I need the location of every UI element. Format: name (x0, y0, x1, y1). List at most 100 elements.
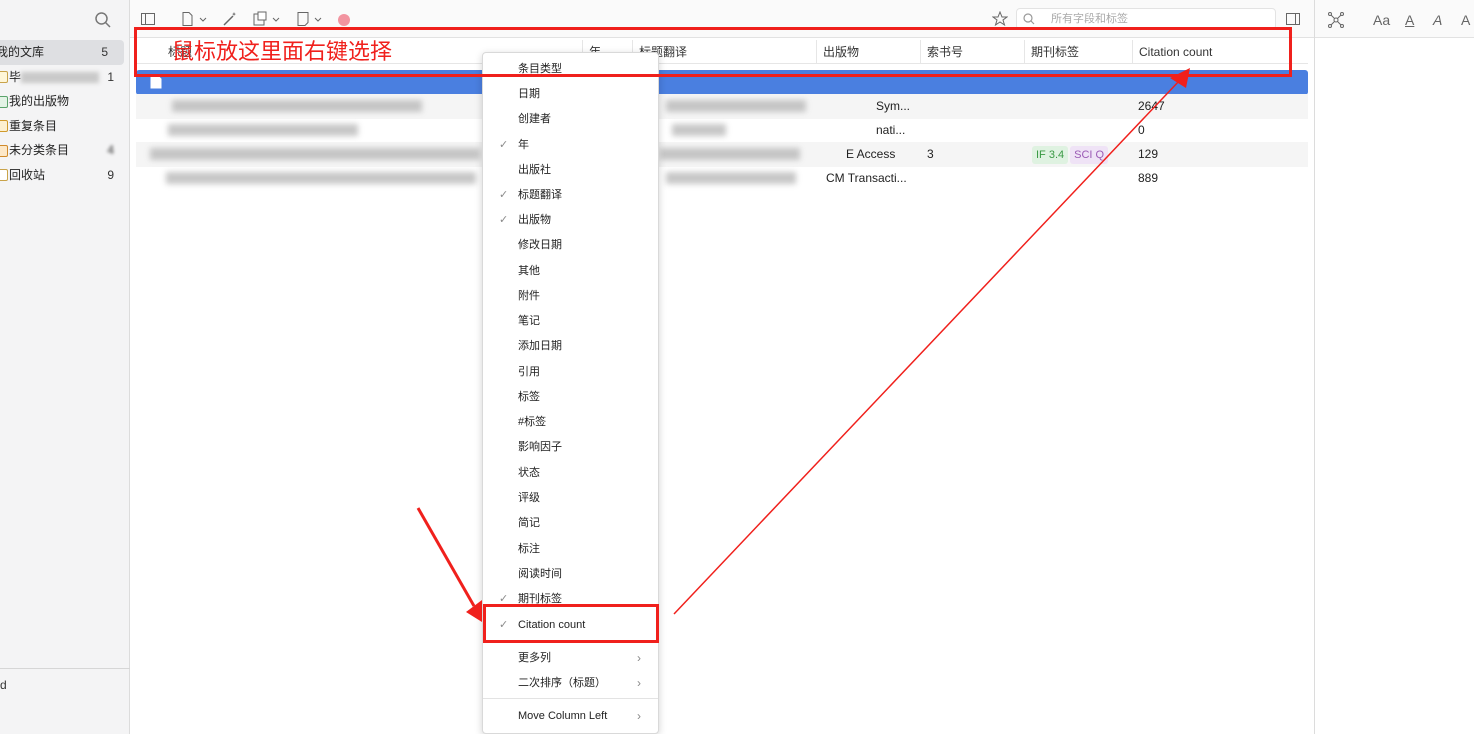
menu-item-citation[interactable]: 引用 (483, 360, 658, 384)
collection-duplicates[interactable]: 重复条目 (0, 114, 130, 139)
menu-item-label: 附件 (518, 290, 540, 302)
text-color-icon[interactable]: A (1405, 11, 1423, 29)
unfiled-icon (0, 144, 8, 157)
graph-icon[interactable] (1327, 11, 1345, 29)
menu-item-label: 阅读时间 (518, 568, 562, 580)
menu-item-status[interactable]: 状态 (483, 461, 658, 485)
locate-icon[interactable] (992, 11, 1008, 27)
menu-item-label: 创建者 (518, 113, 551, 125)
collection-label: 毕 (9, 69, 22, 84)
menu-item-label: 标题翻译 (518, 189, 562, 201)
font-size-icon[interactable]: Aa (1373, 11, 1395, 29)
item-pane: Aa A A A (1314, 0, 1474, 734)
new-item-icon[interactable] (180, 11, 208, 27)
table-row[interactable]: CM Transacti... 889 (136, 166, 1308, 191)
divider (0, 668, 130, 669)
menu-item-label: 出版社 (518, 164, 551, 176)
redacted-title (172, 100, 422, 112)
menu-item-label: 二次排序（标题） (518, 677, 606, 689)
journal-tags-cell: IF 3.4 SCI Q (1032, 145, 1110, 164)
menu-item-label: 出版物 (518, 214, 551, 226)
check-icon: ✓ (499, 139, 509, 151)
check-icon: ✓ (499, 189, 509, 201)
magic-wand-icon[interactable] (222, 11, 238, 27)
collection-count: 5 (101, 45, 108, 59)
menu-item-notes[interactable]: 笔记 (483, 309, 658, 333)
redacted-title (150, 148, 480, 160)
redacted-translation (666, 172, 796, 184)
redacted-translation (660, 148, 800, 160)
menu-item-short-note[interactable]: 简记 (483, 511, 658, 535)
menu-item-move-column-left[interactable]: Move Column Left › (483, 704, 658, 728)
highlight-icon[interactable]: A (1433, 11, 1451, 29)
menu-item-date-added[interactable]: 添加日期 (483, 334, 658, 358)
note-icon[interactable] (296, 11, 324, 27)
table-row[interactable]: nati... 0 (136, 118, 1308, 143)
menu-item-rating[interactable]: 评级 (483, 486, 658, 510)
sci-quartile-tag: SCI Q (1070, 146, 1109, 164)
collection-unfiled[interactable]: 未分类条目 4 (0, 138, 130, 163)
menu-item-label: 笔记 (518, 315, 540, 327)
menu-item-label: 标注 (518, 543, 540, 555)
menu-item-reading-time[interactable]: 阅读时间 (483, 562, 658, 586)
citation-cell: 889 (1138, 171, 1159, 185)
more-format-icon[interactable]: A (1461, 11, 1474, 29)
menu-item-publication[interactable]: ✓ 出版物 (483, 208, 658, 232)
menu-item-impact-factor[interactable]: 影响因子 (483, 435, 658, 459)
search-icon[interactable] (94, 11, 112, 29)
collection-label: 重复条目 (9, 118, 58, 133)
collection-my-library[interactable]: 我的文库 5 (0, 40, 124, 65)
check-icon: ✓ (499, 214, 509, 226)
annotation-instruction: 鼠标放这里面右键选择 (172, 40, 393, 65)
menu-item-label: 评级 (518, 492, 540, 504)
publication-cell: nati... (876, 123, 906, 137)
collection-list: 我的文库 5 毕 1 我的出版物 重复条目 未分类条目 4 回收站 9 (0, 40, 130, 187)
annotation-arrow-to-menu (416, 507, 476, 607)
menu-item-annotations[interactable]: 标注 (483, 537, 658, 561)
menu-item-extra[interactable]: 其他 (483, 259, 658, 283)
tag-selector-text: d (0, 678, 7, 692)
folder-icon (0, 71, 8, 84)
menu-item-secondary-sort[interactable]: 二次排序（标题） › (483, 671, 658, 695)
menu-item-year[interactable]: ✓ 年 (483, 133, 658, 157)
collections-sidebar: 我的文库 5 毕 1 我的出版物 重复条目 未分类条目 4 回收站 9 d (0, 0, 130, 734)
collection-label: 我的文库 (0, 45, 45, 59)
menu-item-tags[interactable]: 标签 (483, 385, 658, 409)
search-mode-icon[interactable] (1022, 12, 1036, 26)
redacted-translation (672, 124, 726, 136)
collection-label: 未分类条目 (9, 143, 70, 157)
menu-item-label: 其他 (518, 265, 540, 277)
menu-item-attachments[interactable]: 附件 (483, 284, 658, 308)
table-row[interactable]: E Access 3 IF 3.4 SCI Q 129 (136, 142, 1308, 167)
menu-item-publisher[interactable]: 出版社 (483, 158, 658, 182)
toggle-pane-icon[interactable] (140, 11, 156, 27)
search-placeholder: 所有字段和标签 (1051, 13, 1128, 25)
collection-label: 我的出版物 (9, 94, 70, 108)
annotation-menu-highlight (483, 604, 659, 643)
toggle-item-pane-icon[interactable] (1285, 11, 1301, 27)
menu-item-date[interactable]: 日期 (483, 82, 658, 106)
publication-cell: E Access (846, 147, 896, 161)
menu-item-date-modified[interactable]: 修改日期 (483, 233, 658, 257)
collection-trash[interactable]: 回收站 9 (0, 163, 130, 188)
menu-item-label: 引用 (518, 366, 540, 378)
collection-my-publications[interactable]: 我的出版物 (0, 89, 130, 114)
impact-factor-tag: IF 3.4 (1032, 146, 1069, 164)
menu-item-title-translation[interactable]: ✓ 标题翻译 (483, 183, 658, 207)
menu-item-more-columns[interactable]: 更多列 › (483, 646, 658, 670)
redacted-text (21, 71, 100, 83)
menu-item-label: 修改日期 (518, 239, 562, 251)
table-row[interactable]: Sym... 2647 (136, 94, 1308, 119)
citation-cell: 2647 (1138, 99, 1165, 113)
collection-count: 4 (107, 143, 114, 157)
attachment-icon[interactable] (252, 11, 282, 27)
menu-item-label: Move Column Left (518, 710, 608, 722)
tag-icon[interactable] (336, 11, 352, 27)
collection-count: 9 (107, 167, 114, 182)
reader-toolbar: Aa A A A (1315, 0, 1474, 38)
duplicate-icon (0, 120, 8, 133)
redacted-translation (666, 100, 806, 112)
menu-item-hash-tags[interactable]: #标签 (483, 410, 658, 434)
collection-item[interactable]: 毕 1 (0, 65, 130, 90)
menu-item-creator[interactable]: 创建者 (483, 107, 658, 131)
